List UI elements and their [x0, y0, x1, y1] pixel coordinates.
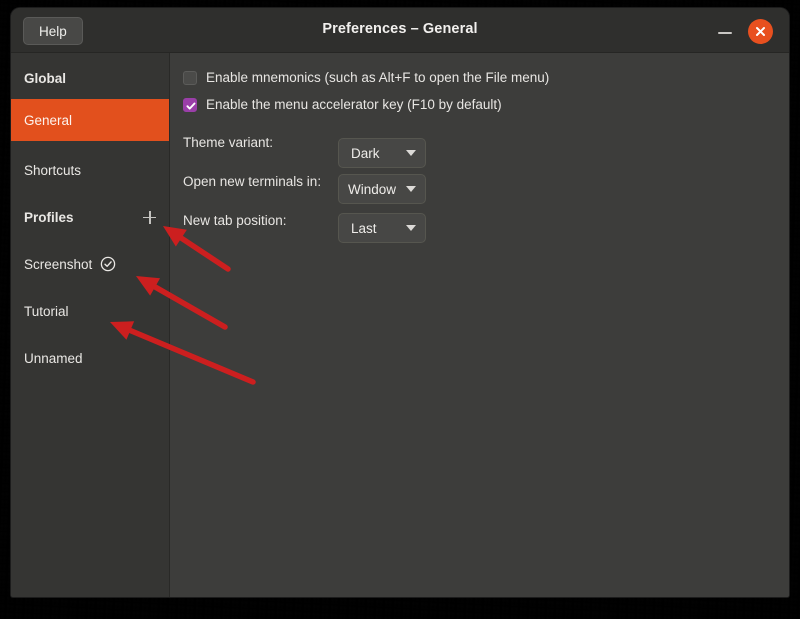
preferences-window: Help Preferences – General Global Genera… [11, 8, 789, 597]
open-new-terminals-in-value: Window [348, 181, 397, 197]
window-title: Preferences – General [322, 21, 478, 37]
sidebar: Global General Shortcuts Profiles Screen… [11, 53, 170, 597]
general-settings-pane: Enable mnemonics (such as Alt+F to open … [170, 53, 789, 597]
sidebar-label-shortcuts: Shortcuts [24, 162, 82, 178]
row-new-tab-position: New tab position: Last [170, 205, 789, 243]
sidebar-label-unnamed: Unnamed [24, 350, 83, 366]
chevron-down-icon [406, 225, 416, 231]
sidebar-item-shortcuts[interactable]: Shortcuts [11, 158, 169, 182]
new-tab-position-value: Last [351, 220, 377, 236]
minimize-icon[interactable] [715, 21, 735, 41]
sidebar-item-screenshot[interactable]: Screenshot [11, 252, 169, 276]
sidebar-section-global: Global [11, 66, 169, 90]
new-tab-position-select[interactable]: Last [338, 213, 426, 243]
add-profile-button[interactable] [142, 210, 157, 225]
enable-menu-accelerator-checkbox[interactable] [183, 97, 197, 112]
sidebar-item-unnamed[interactable]: Unnamed [11, 346, 169, 370]
sidebar-label-screenshot: Screenshot [24, 256, 93, 272]
chevron-down-icon [406, 186, 416, 192]
enable-menu-accelerator-label: Enable the menu accelerator key (F10 by … [206, 97, 502, 112]
sidebar-item-tutorial[interactable]: Tutorial [11, 299, 169, 323]
row-enable-menu-accelerator[interactable]: Enable the menu accelerator key (F10 by … [170, 93, 789, 116]
row-theme-variant: Theme variant: Dark [170, 127, 789, 168]
plus-icon [142, 210, 157, 225]
chevron-down-icon [406, 150, 416, 156]
enable-mnemonics-label: Enable mnemonics (such as Alt+F to open … [206, 70, 550, 85]
theme-variant-value: Dark [351, 145, 380, 161]
open-new-terminals-in-label: Open new terminals in: [183, 174, 322, 189]
sidebar-section-profiles: Profiles [11, 205, 169, 229]
sidebar-label-global: Global [24, 70, 67, 86]
theme-variant-select[interactable]: Dark [338, 138, 426, 168]
theme-variant-label: Theme variant: [183, 135, 274, 150]
sidebar-label-general: General [24, 112, 73, 128]
sidebar-label-profiles: Profiles [24, 209, 74, 225]
row-open-new-terminals-in: Open new terminals in: Window [170, 166, 789, 204]
titlebar: Help Preferences – General [11, 8, 789, 53]
row-enable-mnemonics[interactable]: Enable mnemonics (such as Alt+F to open … [170, 66, 789, 89]
sidebar-label-tutorial: Tutorial [24, 303, 69, 319]
new-tab-position-label: New tab position: [183, 213, 287, 228]
close-icon[interactable] [748, 19, 773, 44]
window-body: Global General Shortcuts Profiles Screen… [11, 53, 789, 597]
sidebar-item-general[interactable]: General [11, 99, 169, 141]
check-circle-icon [100, 256, 116, 272]
enable-mnemonics-checkbox[interactable] [183, 70, 197, 85]
open-new-terminals-in-select[interactable]: Window [338, 174, 426, 204]
